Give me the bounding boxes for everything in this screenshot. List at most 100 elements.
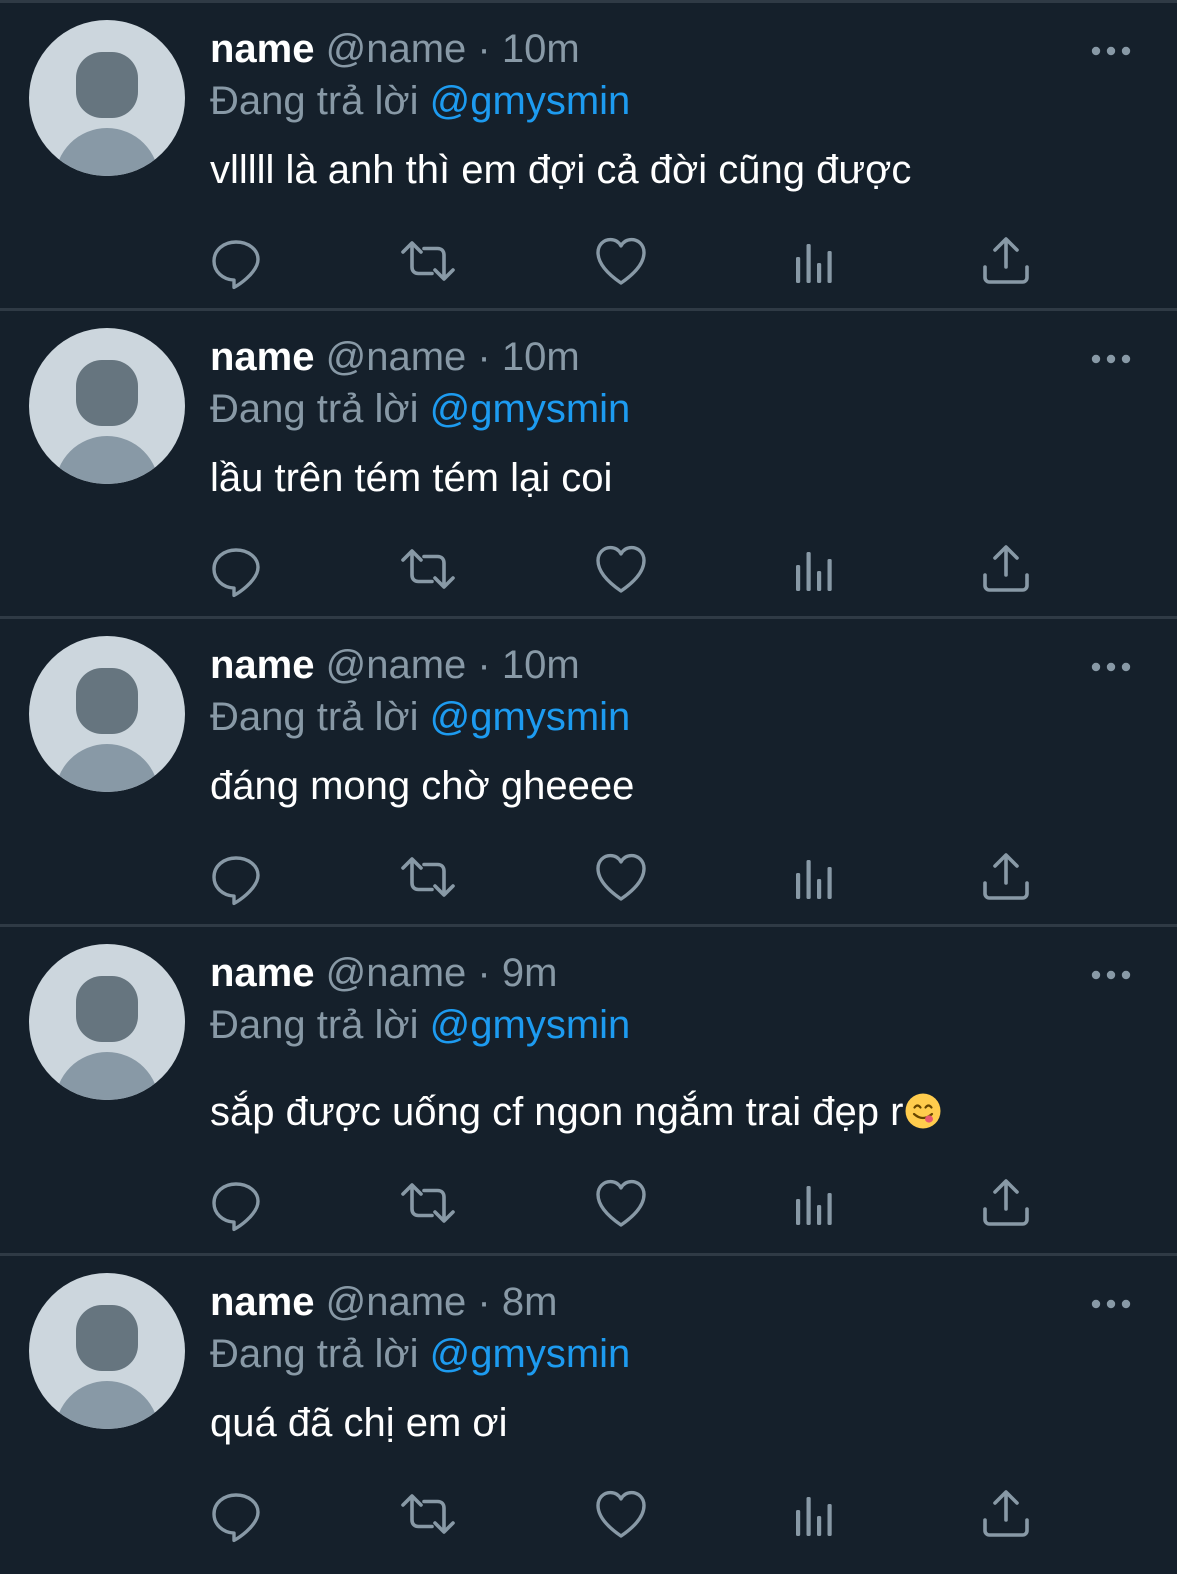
separator-dot: · (477, 27, 491, 71)
reply-mention-link[interactable]: @gmysmin (430, 1332, 631, 1376)
yum-face-emoji-icon (904, 1092, 942, 1130)
action-bar (0, 231, 1177, 291)
heart-icon[interactable] (591, 847, 651, 907)
retweet-icon[interactable] (398, 1173, 458, 1233)
avatar-head-shape (76, 1305, 138, 1371)
more-dots-icon[interactable] (1090, 349, 1132, 369)
tweet-text: sắp được uống cf ngon ngắm trai đẹp r (210, 1087, 942, 1137)
tweet-header: name @name · 10m (210, 25, 580, 73)
separator-dot: · (477, 951, 491, 995)
timeline-feed: name @name · 10m Đang trả lời @gmysmin v… (0, 0, 1177, 1571)
tweet-card[interactable]: name @name · 10m Đang trả lời @gmysmin l… (0, 308, 1177, 616)
reply-bubble-icon[interactable] (206, 539, 266, 599)
reply-bubble-icon[interactable] (206, 1173, 266, 1233)
tweet-card[interactable]: name @name · 10m Đang trả lời @gmysmin đ… (0, 616, 1177, 924)
avatar-body-shape (55, 436, 159, 484)
display-name[interactable]: name (210, 1280, 315, 1324)
display-name[interactable]: name (210, 643, 315, 687)
reply-bubble-icon[interactable] (206, 231, 266, 291)
avatar-body-shape (55, 1381, 159, 1429)
views-bars-icon[interactable] (784, 847, 844, 907)
handle[interactable]: @name (326, 1280, 467, 1324)
timestamp[interactable]: 10m (502, 335, 580, 379)
action-bar (0, 847, 1177, 907)
tweet-text: vlllll là anh thì em đợi cả đời cũng đượ… (210, 148, 912, 192)
heart-icon[interactable] (591, 1484, 651, 1544)
reply-mention-link[interactable]: @gmysmin (430, 79, 631, 123)
more-dots-icon[interactable] (1090, 1294, 1132, 1314)
avatar[interactable] (29, 1273, 185, 1429)
timestamp[interactable]: 8m (502, 1280, 558, 1324)
more-dots-icon[interactable] (1090, 657, 1132, 677)
reply-context: Đang trả lời @gmysmin (210, 1001, 630, 1049)
avatar-body-shape (55, 1052, 159, 1100)
tweet-text: đáng mong chờ gheeee (210, 764, 635, 808)
heart-icon[interactable] (591, 231, 651, 291)
reply-context: Đang trả lời @gmysmin (210, 385, 630, 433)
share-upload-icon[interactable] (976, 539, 1036, 599)
avatar-head-shape (76, 668, 138, 734)
handle[interactable]: @name (326, 951, 467, 995)
reply-prefix: Đang trả lời (210, 695, 419, 739)
share-upload-icon[interactable] (976, 847, 1036, 907)
handle[interactable]: @name (326, 643, 467, 687)
avatar[interactable] (29, 328, 185, 484)
views-bars-icon[interactable] (784, 539, 844, 599)
share-upload-icon[interactable] (976, 1173, 1036, 1233)
retweet-icon[interactable] (398, 847, 458, 907)
tweet-text-body: sắp được uống cf ngon ngắm trai đẹp r (210, 1090, 904, 1134)
views-bars-icon[interactable] (784, 231, 844, 291)
reply-mention-link[interactable]: @gmysmin (430, 1003, 631, 1047)
tweet-text: lầu trên tém tém lại coi (210, 456, 613, 500)
retweet-icon[interactable] (398, 539, 458, 599)
heart-icon[interactable] (591, 539, 651, 599)
heart-icon[interactable] (591, 1173, 651, 1233)
avatar[interactable] (29, 636, 185, 792)
reply-bubble-icon[interactable] (206, 847, 266, 907)
timestamp[interactable]: 10m (502, 643, 580, 687)
reply-context: Đang trả lời @gmysmin (210, 693, 630, 741)
avatar-body-shape (55, 744, 159, 792)
share-upload-icon[interactable] (976, 1484, 1036, 1544)
avatar-head-shape (76, 976, 138, 1042)
timestamp[interactable]: 10m (502, 27, 580, 71)
action-bar (0, 539, 1177, 599)
retweet-icon[interactable] (398, 231, 458, 291)
action-bar (0, 1173, 1177, 1233)
reply-bubble-icon[interactable] (206, 1484, 266, 1544)
avatar-head-shape (76, 360, 138, 426)
reply-context: Đang trả lời @gmysmin (210, 1330, 630, 1378)
tweet-card[interactable]: name @name · 8m Đang trả lời @gmysmin qu… (0, 1253, 1177, 1571)
reply-mention-link[interactable]: @gmysmin (430, 387, 631, 431)
tweet-header: name @name · 10m (210, 641, 580, 689)
tweet-header: name @name · 8m (210, 1278, 557, 1326)
handle[interactable]: @name (326, 335, 467, 379)
display-name[interactable]: name (210, 27, 315, 71)
display-name[interactable]: name (210, 335, 315, 379)
handle[interactable]: @name (326, 27, 467, 71)
reply-prefix: Đang trả lời (210, 1003, 419, 1047)
tweet-header: name @name · 9m (210, 949, 557, 997)
display-name[interactable]: name (210, 951, 315, 995)
avatar[interactable] (29, 20, 185, 176)
views-bars-icon[interactable] (784, 1484, 844, 1544)
tweet-card[interactable]: name @name · 9m Đang trả lời @gmysmin sắ… (0, 924, 1177, 1253)
tweet-card[interactable]: name @name · 10m Đang trả lời @gmysmin v… (0, 0, 1177, 308)
timestamp[interactable]: 9m (502, 951, 558, 995)
reply-mention-link[interactable]: @gmysmin (430, 695, 631, 739)
avatar-body-shape (55, 128, 159, 176)
more-dots-icon[interactable] (1090, 965, 1132, 985)
reply-prefix: Đang trả lời (210, 387, 419, 431)
separator-dot: · (477, 1280, 491, 1324)
separator-dot: · (477, 335, 491, 379)
more-dots-icon[interactable] (1090, 41, 1132, 61)
separator-dot: · (477, 643, 491, 687)
tweet-header: name @name · 10m (210, 333, 580, 381)
avatar[interactable] (29, 944, 185, 1100)
views-bars-icon[interactable] (784, 1173, 844, 1233)
avatar-head-shape (76, 52, 138, 118)
action-bar (0, 1484, 1177, 1544)
reply-context: Đang trả lời @gmysmin (210, 77, 630, 125)
share-upload-icon[interactable] (976, 231, 1036, 291)
retweet-icon[interactable] (398, 1484, 458, 1544)
